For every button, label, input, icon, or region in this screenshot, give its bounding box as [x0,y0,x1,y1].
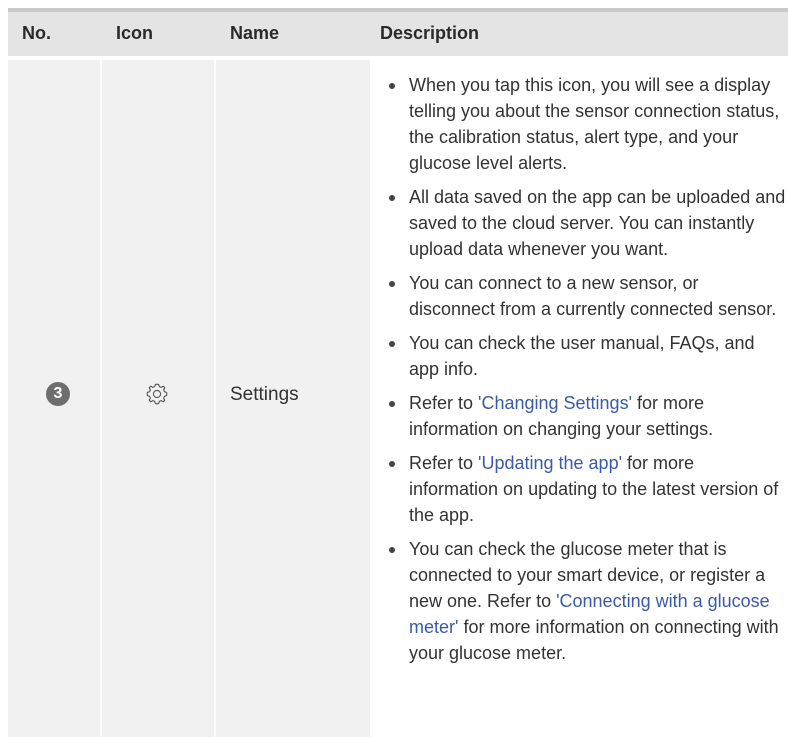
changing-settings-link[interactable]: 'Changing Settings' [478,393,632,413]
row-number-badge: 3 [46,382,70,406]
header-icon: Icon [116,23,154,43]
row-name: Settings [230,384,299,405]
list-item: You can check the user manual, FAQs, and… [386,330,786,382]
list-item: Refer to 'Updating the app' for more inf… [386,450,786,528]
list-item: You can connect to a new sensor, or disc… [386,270,786,322]
table-row: 3 Settings When you tap this icon, you w… [8,60,788,737]
item-text: You can connect to a new sensor, or disc… [409,273,777,319]
list-item: All data saved on the app can be uploade… [386,184,786,262]
header-description: Description [380,23,480,43]
list-item: You can check the glucose meter that is … [386,536,786,666]
updating-app-link[interactable]: 'Updating the app' [478,453,622,473]
gear-icon [146,383,168,405]
item-text-pre: Refer to [409,393,479,413]
item-text: All data saved on the app can be uploade… [409,187,786,259]
item-text: When you tap this icon, you will see a d… [409,75,780,173]
table-header: No. Icon Name Description [8,12,788,56]
item-text-pre: Refer to [409,453,479,473]
list-item: When you tap this icon, you will see a d… [386,72,786,176]
item-text: You can check the user manual, FAQs, and… [409,333,755,379]
item-text-post: for more information on connecting with … [409,617,779,663]
list-item: Refer to 'Changing Settings' for more in… [386,390,786,442]
description-list: When you tap this icon, you will see a d… [386,72,786,674]
header-no: No. [22,23,51,43]
header-name: Name [230,23,280,43]
